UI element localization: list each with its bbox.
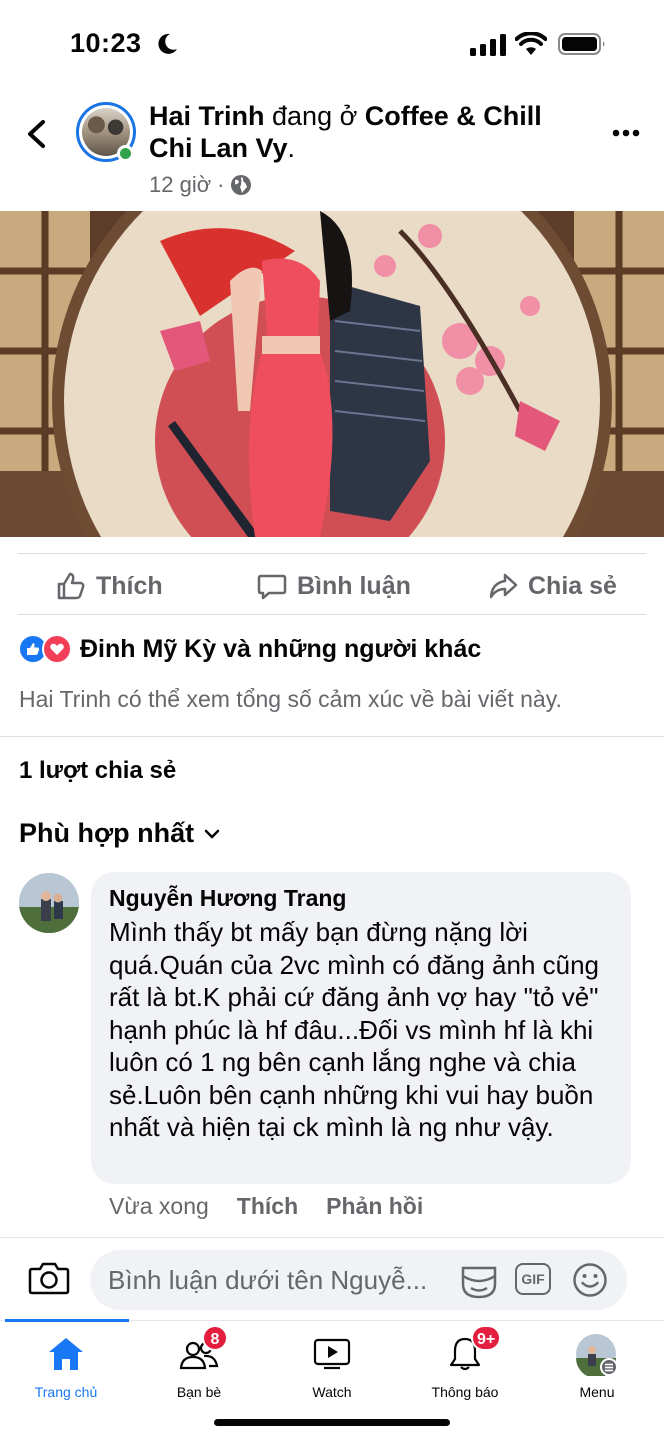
like-label: Thích bbox=[96, 571, 163, 600]
sticker-icon[interactable] bbox=[459, 1262, 499, 1300]
signal-icon bbox=[470, 34, 506, 56]
tab-label: Menu bbox=[579, 1384, 615, 1400]
battery-icon bbox=[558, 33, 605, 55]
comment-text: Mình thấy bt mấy bạn đừng nặng lời quá.Q… bbox=[109, 917, 600, 1142]
profile-menu-icon bbox=[576, 1334, 618, 1376]
meta-dot: · bbox=[217, 172, 225, 197]
chevron-down-icon bbox=[204, 829, 220, 839]
post-verb: đang ở bbox=[264, 101, 365, 131]
tab-label: Watch bbox=[312, 1384, 352, 1400]
moon-icon bbox=[158, 33, 177, 54]
tab-notifications[interactable]: 9+ Thông báo bbox=[405, 1325, 525, 1400]
divider bbox=[18, 614, 646, 615]
tab-watch[interactable]: Watch bbox=[272, 1334, 392, 1400]
back-arrow-icon[interactable] bbox=[24, 118, 48, 150]
watch-icon bbox=[313, 1338, 351, 1370]
tab-friends[interactable]: 8 Bạn bè bbox=[139, 1325, 259, 1400]
reactions-summary[interactable]: Đinh Mỹ Kỳ và những người khác bbox=[18, 634, 481, 664]
share-count[interactable]: 1 lượt chia sẻ bbox=[19, 757, 176, 785]
like-button[interactable]: Thích bbox=[56, 566, 163, 606]
divider bbox=[0, 1237, 664, 1238]
section-divider bbox=[0, 736, 664, 737]
tab-label: Bạn bè bbox=[176, 1384, 222, 1400]
comment-like-button[interactable]: Thích bbox=[237, 1193, 298, 1220]
tab-menu[interactable]: Menu bbox=[537, 1334, 657, 1400]
home-icon bbox=[49, 1338, 83, 1370]
home-indicator bbox=[214, 1419, 450, 1426]
online-status-dot bbox=[117, 145, 134, 162]
wifi-icon bbox=[515, 32, 547, 55]
gif-label: GIF bbox=[521, 1271, 545, 1287]
sort-label: Phù hợp nhất bbox=[19, 818, 195, 848]
comment-button[interactable]: Bình luận bbox=[257, 566, 411, 606]
reactors-text: Đinh Mỹ Kỳ và những người khác bbox=[80, 634, 482, 663]
share-arrow-icon bbox=[489, 573, 518, 599]
divider bbox=[18, 553, 646, 554]
tab-home[interactable]: Trang chủ bbox=[6, 1334, 126, 1400]
comment-time: Vừa xong bbox=[109, 1193, 209, 1219]
author-name[interactable]: Hai Trinh bbox=[149, 101, 265, 131]
gif-icon[interactable]: GIF bbox=[515, 1263, 551, 1295]
share-label: Chia sẻ bbox=[528, 571, 617, 600]
commenter-photo bbox=[19, 873, 79, 933]
active-tab-indicator bbox=[5, 1319, 129, 1322]
comment-sort-dropdown[interactable]: Phù hợp nhất bbox=[19, 818, 220, 849]
commenter-avatar[interactable] bbox=[19, 873, 79, 933]
more-options-icon[interactable] bbox=[612, 128, 640, 138]
friends-badge: 8 bbox=[202, 1325, 228, 1351]
post-time[interactable]: 12 giờ bbox=[149, 172, 211, 198]
tab-label: Trang chủ bbox=[34, 1384, 98, 1400]
comment-label: Bình luận bbox=[297, 571, 411, 600]
share-button[interactable]: Chia sẻ bbox=[488, 566, 617, 606]
notifications-badge: 9+ bbox=[471, 1325, 502, 1351]
tab-label: Thông báo bbox=[431, 1384, 499, 1400]
commenter-name[interactable]: Nguyễn Hương Trang bbox=[109, 885, 346, 912]
comment-bubble-icon bbox=[257, 574, 287, 600]
globe-icon bbox=[231, 175, 252, 195]
post-photo[interactable] bbox=[0, 211, 664, 537]
love-reaction-icon bbox=[42, 634, 72, 664]
post-title-end: . bbox=[287, 133, 296, 163]
status-time: 10:23 bbox=[70, 28, 142, 58]
comment-input-placeholder: Bình luận dưới tên Nguyễ... bbox=[108, 1265, 428, 1295]
post-meta: 12 giờ · bbox=[149, 172, 252, 198]
reaction-privacy-note: Hai Trinh có thể xem tổng số cảm xúc về … bbox=[19, 686, 562, 712]
thumbs-up-icon bbox=[57, 572, 85, 600]
comment-reply-button[interactable]: Phản hồi bbox=[326, 1193, 423, 1220]
camera-icon[interactable] bbox=[28, 1260, 70, 1296]
emoji-icon[interactable] bbox=[572, 1262, 608, 1298]
comment-actions: Vừa xong Thích Phản hồi bbox=[109, 1193, 423, 1220]
post-title: Hai Trinh đang ở Coffee & Chill Chi Lan … bbox=[149, 100, 569, 164]
